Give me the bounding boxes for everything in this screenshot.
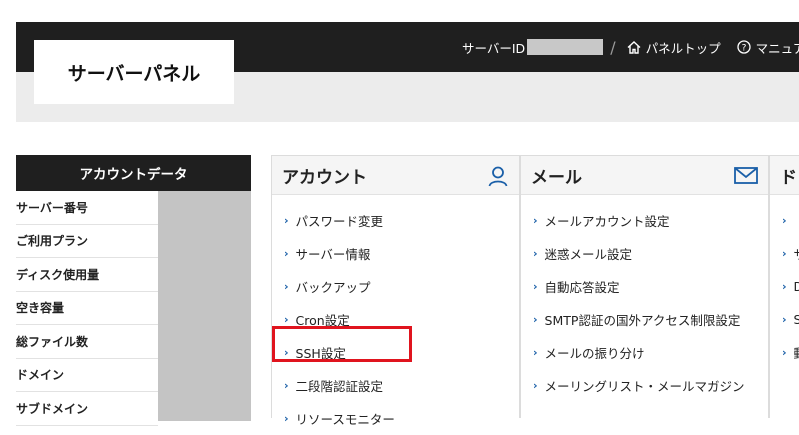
server-id-value-masked <box>527 39 604 55</box>
menu-item-label: 自動応答設定 <box>544 280 620 295</box>
chevron-right-icon: › <box>533 214 538 227</box>
account-values-masked <box>158 191 251 421</box>
app-logo[interactable]: サーバーパネル <box>34 40 234 104</box>
chevron-right-icon: › <box>782 346 787 359</box>
help-icon: ? <box>736 40 751 54</box>
user-icon <box>488 166 508 187</box>
account-menu-header: アカウント <box>272 156 519 195</box>
mail-menu-column: メール › メールアカウント設定 › 迷惑メール設定 › 自動応答設定 › SMTP認証… <box>520 155 769 418</box>
menu-item-resource-monitor[interactable]: › リソースモニター <box>272 402 519 435</box>
domain-menu-header: ド <box>770 156 799 195</box>
menu-item-label: バックアップ <box>295 280 371 295</box>
account-row-file-count: 総ファイル数 <box>16 325 158 359</box>
menu-item-domain-2[interactable]: ›サ <box>770 237 799 270</box>
menu-item-label: メールの振り分け <box>544 346 645 361</box>
menu-item-domain-3[interactable]: › D <box>770 270 799 303</box>
menu-item-label: S <box>793 312 799 327</box>
account-menu-title: アカウント <box>282 167 367 188</box>
svg-text:?: ? <box>741 44 746 54</box>
menu-item-password-change[interactable]: › パスワード変更 <box>272 204 519 237</box>
menu-item-domain-1[interactable]: › <box>770 204 799 237</box>
chevron-right-icon: › <box>782 280 787 293</box>
menu-item-label: サ <box>794 244 799 263</box>
chevron-right-icon: › <box>284 247 289 260</box>
chevron-right-icon: › <box>284 214 289 227</box>
chevron-right-icon: › <box>533 280 538 293</box>
menu-item-mail-account[interactable]: › メールアカウント設定 <box>521 204 768 237</box>
menu-item-label: SMTP認証の国外アクセス制限設定 <box>544 313 741 328</box>
account-data-rows: サーバー番号 ご利用プラン ディスク使用量 空き容量 総ファイル数 ドメイン サ… <box>16 191 251 426</box>
mail-icon <box>734 167 758 184</box>
menu-item-label: メーリングリスト・メールマガジン <box>544 379 745 394</box>
panel-top-link[interactable]: パネルトップ <box>627 38 721 57</box>
server-id-label: サーバーID <box>462 40 526 56</box>
menu-item-domain-4[interactable]: › S <box>770 303 799 336</box>
menu-item-label: 動 <box>794 343 799 362</box>
chevron-right-icon: › <box>284 280 289 293</box>
account-row-server-number: サーバー番号 <box>16 191 158 225</box>
account-row-domain: ドメイン <box>16 359 158 392</box>
mail-menu-list: › メールアカウント設定 › 迷惑メール設定 › 自動応答設定 › SMTP認証の国外ア… <box>521 195 768 402</box>
menu-item-label: パスワード変更 <box>295 214 384 229</box>
account-menu-column: アカウント › パスワード変更 › サーバー情報 › バックアップ › Cron設定 ›… <box>271 155 520 427</box>
chevron-right-icon: › <box>284 412 289 425</box>
menu-item-label: リソースモニター <box>295 412 395 427</box>
panel-top-label: パネルトップ <box>645 40 721 56</box>
chevron-right-icon: › <box>782 247 787 260</box>
menu-item-label: メールアカウント設定 <box>544 214 670 229</box>
mail-menu-title: メール <box>531 167 582 188</box>
menu-item-label: サーバー情報 <box>295 247 371 262</box>
manual-link[interactable]: ? マニュアル <box>736 38 799 57</box>
home-icon <box>627 40 641 54</box>
top-navigation: サーバーID / パネルトップ ? マニュアル <box>462 22 799 72</box>
menu-item-domain-5[interactable]: ›動 <box>770 336 799 369</box>
chevron-right-icon: › <box>782 313 787 326</box>
domain-menu-list: › ›サ ›D ›S ›動 <box>770 195 799 369</box>
menu-item-backup[interactable]: › バックアップ <box>272 270 519 303</box>
domain-menu-column: ド › ›サ ›D ›S ›動 <box>769 155 799 418</box>
account-row-plan: ご利用プラン <box>16 225 158 258</box>
account-menu-list: › パスワード変更 › サーバー情報 › バックアップ › Cron設定 › SSH設定 … <box>272 195 519 435</box>
account-data-title: アカウントデータ <box>16 155 251 191</box>
menu-item-server-info[interactable]: › サーバー情報 <box>272 237 519 270</box>
menu-item-label: 迷惑メール設定 <box>544 247 633 262</box>
ssh-highlight-box <box>272 326 412 362</box>
mail-menu-header: メール <box>521 156 768 195</box>
chevron-right-icon: › <box>284 379 289 392</box>
nav-separator: / <box>610 37 616 57</box>
chevron-right-icon: › <box>284 313 289 326</box>
menu-item-mail-filter[interactable]: › メールの振り分け <box>521 336 768 369</box>
account-row-subdomain: サブドメイン <box>16 392 158 426</box>
chevron-right-icon: › <box>782 214 787 227</box>
account-row-disk-usage: ディスク使用量 <box>16 258 158 292</box>
menu-item-mailing-list[interactable]: › メーリングリスト・メールマガジン <box>521 369 768 402</box>
menu-item-smtp-restriction[interactable]: › SMTP認証の国外アクセス制限設定 <box>521 303 768 336</box>
menu-item-two-factor[interactable]: › 二段階認証設定 <box>272 369 519 402</box>
menu-item-autoreply[interactable]: › 自動応答設定 <box>521 270 768 303</box>
menu-item-label: 二段階認証設定 <box>295 379 384 394</box>
menu-item-label: D <box>793 279 799 294</box>
chevron-right-icon: › <box>533 247 538 260</box>
menu-item-spam[interactable]: › 迷惑メール設定 <box>521 237 768 270</box>
chevron-right-icon: › <box>533 379 538 392</box>
manual-label: マニュアル <box>755 40 799 56</box>
domain-menu-title: ド <box>780 167 797 188</box>
chevron-right-icon: › <box>533 346 538 359</box>
chevron-right-icon: › <box>533 313 538 326</box>
account-data-panel: アカウントデータ サーバー番号 ご利用プラン ディスク使用量 空き容量 総ファイ… <box>16 155 251 426</box>
account-row-free-space: 空き容量 <box>16 292 158 325</box>
